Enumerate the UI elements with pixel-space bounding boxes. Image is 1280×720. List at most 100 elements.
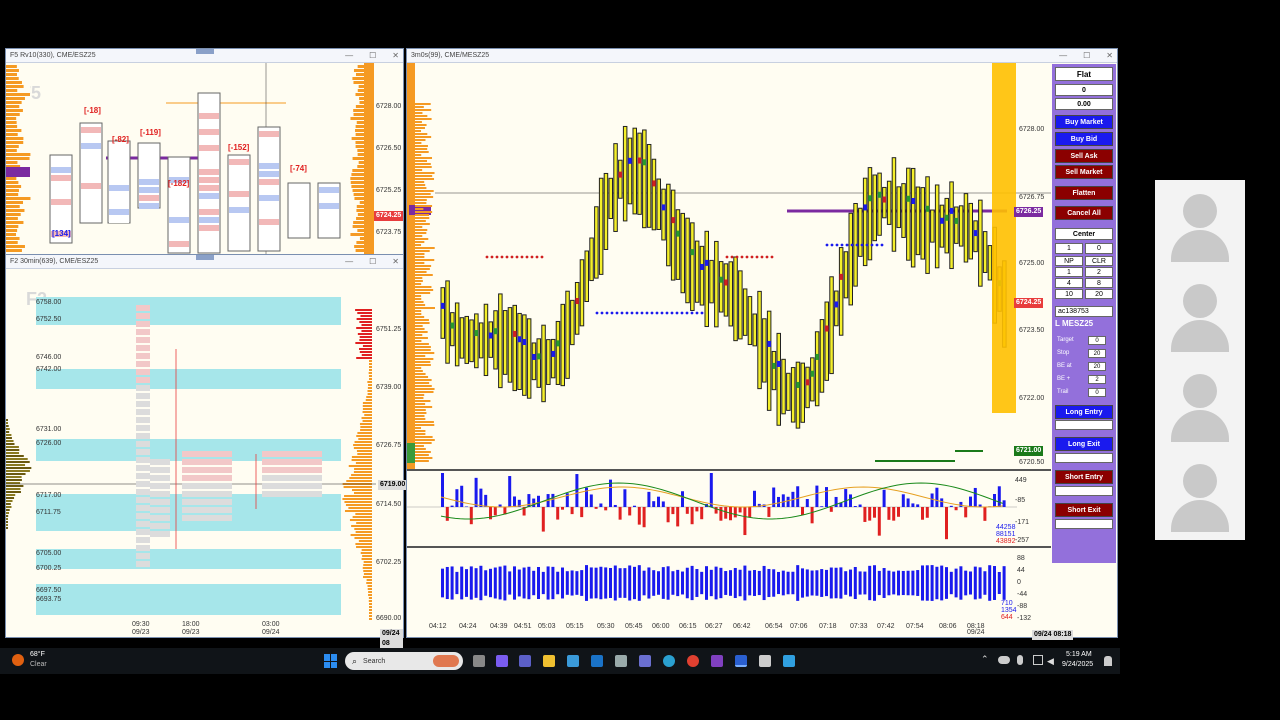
f5-chart-window[interactable]: F5 Rv10(330), CME/ESZ25 — ☐ ✕ F5 6728.00 6… (5, 48, 404, 256)
minimize-icon[interactable]: — (345, 51, 353, 60)
search-box[interactable]: ⌕ Search (345, 652, 463, 670)
maximize-icon[interactable]: ☐ (369, 51, 376, 60)
clock-time[interactable]: 5:19 AM (1066, 651, 1092, 658)
main-chart-window[interactable]: 3m0s(99), CME/MESZ25 — ☐ ✕ 6728.00 6726.75 6… (406, 48, 1118, 640)
volume-bar (993, 566, 996, 600)
maximize-icon[interactable]: ☐ (369, 257, 376, 266)
qty-grid-cell[interactable]: 1 (1055, 267, 1083, 277)
qty-right[interactable]: 0 (1085, 243, 1113, 254)
short-entry-button[interactable]: Short Entry (1055, 470, 1113, 484)
qty-grid-cell[interactable]: 10 (1055, 289, 1083, 299)
instrument-label: L MESZ25 (1055, 319, 1094, 328)
be-at-input[interactable]: 20 (1088, 362, 1106, 371)
volume-bar (532, 570, 536, 596)
delta-bar (513, 496, 516, 507)
minimize-icon[interactable]: — (1059, 51, 1067, 60)
copilot-icon[interactable] (496, 655, 508, 667)
price-bar (550, 338, 556, 379)
delta-bar (940, 498, 944, 507)
qty-grid-cell[interactable]: CLR (1085, 256, 1113, 266)
weather-icon[interactable] (12, 654, 24, 666)
target-input[interactable]: 0 (1088, 336, 1106, 345)
main-price-tag-red: 6724.25 (1014, 298, 1044, 308)
volume-icon[interactable]: ◀ (1047, 656, 1054, 667)
cancel-all-button[interactable]: Cancel All (1055, 206, 1113, 220)
participant-avatar[interactable] (1155, 270, 1245, 360)
account-select[interactable]: ac138753 (1055, 306, 1113, 317)
main-titlebar[interactable]: 3m0s(99), CME/MESZ25 — ☐ ✕ (407, 49, 1117, 63)
maximize-icon[interactable]: ☐ (1083, 51, 1090, 60)
store-icon[interactable] (567, 655, 579, 667)
volume-bar (541, 571, 545, 595)
f5-delta-5: [-74] (290, 164, 307, 173)
microphone-icon[interactable] (1017, 655, 1023, 665)
qty-grid-cell[interactable]: 4 (1055, 278, 1083, 288)
network-icon[interactable] (1033, 655, 1043, 665)
long-entry-button[interactable]: Long Entry (1055, 405, 1113, 419)
onedrive-icon[interactable] (998, 656, 1010, 664)
center-button[interactable]: Center (1055, 228, 1113, 240)
delta-bar (906, 498, 910, 507)
price-bar (982, 231, 988, 273)
close-icon[interactable]: ✕ (392, 257, 399, 266)
short-exit-dropdown[interactable] (1055, 519, 1113, 529)
outlook-icon[interactable] (591, 655, 603, 667)
stop-input[interactable]: 20 (1088, 349, 1106, 358)
teams-icon[interactable] (519, 655, 531, 667)
close-icon[interactable]: ✕ (1106, 51, 1113, 60)
start-button[interactable] (324, 654, 338, 668)
f2-chart-window[interactable]: F2 30min(639), CME/ESZ25 —☐✕ F2 6758.006… (5, 254, 408, 649)
task-view-icon[interactable] (473, 655, 485, 667)
settings-icon[interactable] (615, 655, 627, 667)
qty-input[interactable]: 1 (1055, 243, 1083, 254)
long-exit-button[interactable]: Long Exit (1055, 437, 1113, 451)
volume-bar (964, 570, 968, 596)
f5-titlebar[interactable]: F5 Rv10(330), CME/ESZ25 — ☐ ✕ (6, 49, 403, 63)
trading-app-icon[interactable] (735, 655, 747, 667)
participant-avatar[interactable] (1155, 360, 1245, 450)
teams-chat-icon[interactable] (639, 655, 651, 667)
participant-avatar[interactable] (1155, 180, 1245, 270)
participant-avatar[interactable] (1155, 450, 1245, 540)
long-entry-dropdown[interactable] (1055, 420, 1113, 430)
clock-date[interactable]: 9/24/2025 (1062, 661, 1093, 668)
edge-icon[interactable] (663, 655, 675, 667)
be-plus-input[interactable]: 2 (1088, 375, 1106, 384)
minimize-icon[interactable]: — (345, 257, 353, 266)
chrome-icon[interactable] (687, 655, 699, 667)
qty-grid-cell[interactable]: 8 (1085, 278, 1113, 288)
buy-bid-button[interactable]: Buy Bid (1055, 132, 1113, 146)
tray-chevron-icon[interactable]: ⌃ (981, 654, 989, 665)
close-icon[interactable]: ✕ (392, 51, 399, 60)
main-time-label: 08:06 (939, 623, 957, 630)
f2-titlebar[interactable]: F2 30min(639), CME/ESZ25 — ☐ ✕ (6, 255, 403, 269)
drag-handle[interactable] (195, 49, 214, 54)
qty-grid-cell[interactable]: 2 (1085, 267, 1113, 277)
delta-bar (892, 507, 896, 521)
window-icon[interactable] (759, 655, 771, 667)
trail-input[interactable]: 0 (1088, 388, 1106, 397)
volume-bar (705, 566, 708, 600)
qty-grid-cell[interactable]: 20 (1085, 289, 1113, 299)
sell-ask-button[interactable]: Sell Ask (1055, 149, 1113, 163)
short-exit-button[interactable]: Short Exit (1055, 503, 1113, 517)
price-bar-segment (517, 336, 522, 343)
file-explorer-icon[interactable] (543, 655, 555, 667)
flatten-button[interactable]: Flatten (1055, 186, 1113, 200)
drag-handle[interactable] (195, 255, 214, 260)
short-entry-dropdown[interactable] (1055, 486, 1113, 496)
price-bar (493, 310, 498, 370)
long-exit-dropdown[interactable] (1055, 453, 1113, 463)
price-bar (915, 186, 921, 256)
delta-bar (801, 507, 804, 516)
delta-bar (469, 507, 473, 525)
notification-icon[interactable] (1104, 656, 1112, 666)
remote-app-icon[interactable] (783, 655, 795, 667)
visual-studio-icon[interactable] (711, 655, 723, 667)
qty-grid-cell[interactable]: NP (1055, 256, 1083, 266)
avatar-body-icon (1171, 320, 1229, 352)
price-bar (920, 187, 925, 260)
sell-market-button[interactable]: Sell Market (1055, 165, 1113, 179)
price-bar (848, 212, 853, 306)
buy-market-button[interactable]: Buy Market (1055, 115, 1113, 129)
